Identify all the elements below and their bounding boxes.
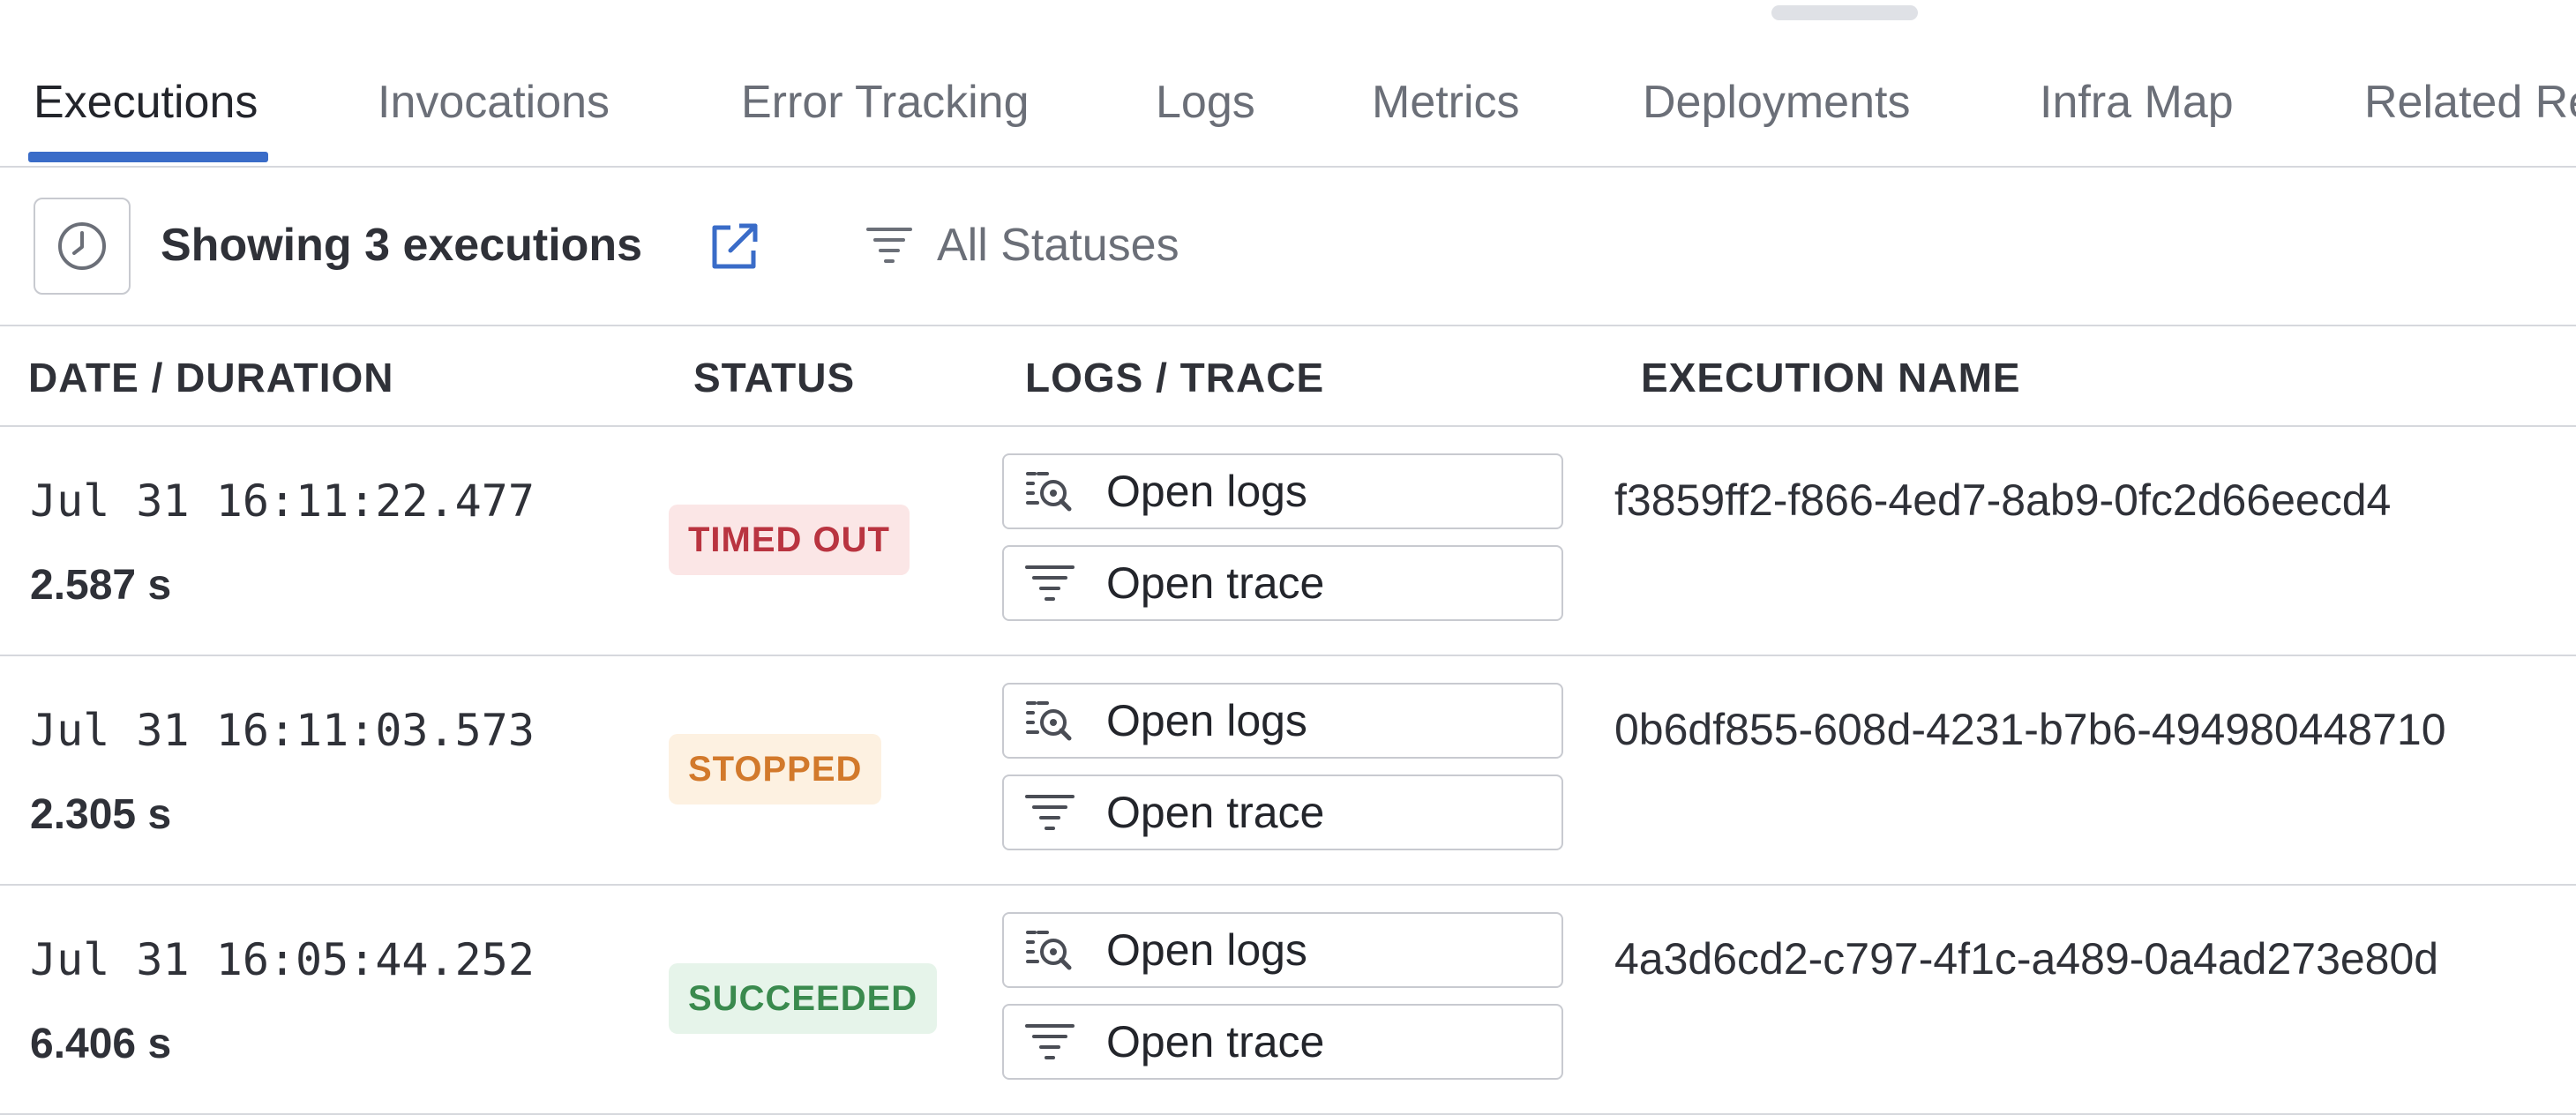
trace-icon [1025,558,1075,608]
open-trace-label: Open trace [1106,558,1325,608]
execution-duration: 2.587 s [30,562,172,609]
open-trace-button[interactable]: Open trace [1002,545,1563,621]
tab-error-tracking[interactable]: Error Tracking [741,72,1030,132]
open-trace-button[interactable]: Open trace [1002,775,1563,850]
status-filter-label: All Statuses [937,220,1179,271]
table-row[interactable]: Jul 31 16:05:44.252 6.406 s SUCCEEDED Op… [0,886,2576,1115]
logs-search-icon [1025,696,1075,745]
open-logs-label: Open logs [1106,696,1307,745]
column-header-date[interactable]: DATE / DURATION [28,351,394,404]
tab-deployments[interactable]: Deployments [1643,72,1910,132]
tab-logs[interactable]: Logs [1156,72,1255,132]
open-logs-button[interactable]: Open logs [1002,453,1563,529]
trace-icon [1025,788,1075,837]
open-in-new-button[interactable] [706,219,762,275]
open-trace-label: Open trace [1106,1017,1325,1066]
status-badge: SUCCEEDED [669,963,938,1034]
open-logs-button[interactable]: Open logs [1002,912,1563,988]
status-badge: TIMED OUT [669,505,910,575]
tab-invocations[interactable]: Invocations [378,72,610,132]
execution-count-label: Showing 3 executions [161,220,643,271]
time-range-button[interactable] [34,198,131,295]
execution-date: Jul 31 16:05:44.252 [30,934,535,985]
filter-icon [866,228,912,263]
execution-name[interactable]: f3859ff2-f866-4ed7-8ab9-0fc2d66eecd4 [1614,471,2391,529]
column-header-logs-trace[interactable]: LOGS / TRACE [1025,351,1324,404]
column-header-execution-name[interactable]: EXECUTION NAME [1641,351,2021,404]
execution-date: Jul 31 16:11:22.477 [30,475,535,527]
trace-icon [1025,1017,1075,1066]
tab-infra-map[interactable]: Infra Map [2040,72,2234,132]
column-header-status[interactable]: STATUS [693,351,855,404]
status-badge: STOPPED [669,734,882,804]
execution-name[interactable]: 0b6df855-608d-4231-b7b6-494980448710 [1614,700,2446,759]
open-trace-label: Open trace [1106,788,1325,837]
clock-icon [58,222,106,270]
execution-duration: 6.406 s [30,1021,172,1067]
execution-date: Jul 31 16:11:03.573 [30,705,535,756]
logs-search-icon [1025,467,1075,516]
tab-bar: Executions Invocations Error Tracking Lo… [0,0,2576,168]
active-tab-indicator [28,152,268,162]
logs-search-icon [1025,925,1075,975]
tab-executions[interactable]: Executions [34,72,258,132]
table-header: DATE / DURATION STATUS LOGS / TRACE EXEC… [0,326,2576,427]
open-logs-button[interactable]: Open logs [1002,683,1563,759]
execution-name[interactable]: 4a3d6cd2-c797-4f1c-a489-0a4ad273e80d [1614,930,2438,988]
execution-duration: 2.305 s [30,791,172,838]
external-link-icon [712,223,758,269]
open-logs-label: Open logs [1106,467,1307,516]
toolbar: Showing 3 executions All Statuses [0,168,2576,326]
tab-metrics[interactable]: Metrics [1372,72,1520,132]
status-filter[interactable]: All Statuses [865,215,1179,275]
table-row[interactable]: Jul 31 16:11:03.573 2.305 s STOPPED Open… [0,656,2576,886]
tab-related[interactable]: Related Re [2364,72,2576,132]
open-logs-label: Open logs [1106,925,1307,975]
table-row[interactable]: Jul 31 16:11:22.477 2.587 s TIMED OUT Op… [0,427,2576,656]
open-trace-button[interactable]: Open trace [1002,1004,1563,1080]
